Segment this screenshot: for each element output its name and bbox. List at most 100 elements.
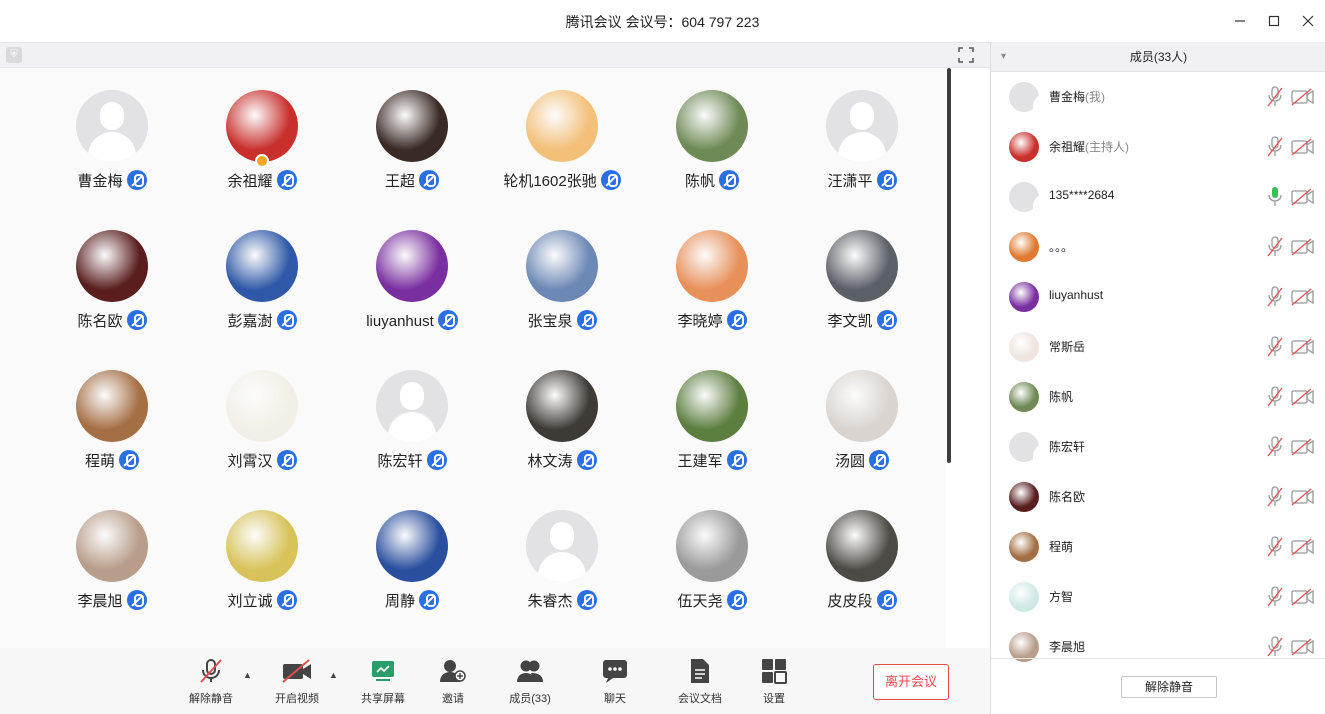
member-avatar <box>1009 282 1039 312</box>
mic-muted-icon[interactable] <box>1267 236 1283 258</box>
member-row[interactable]: 陈名欧 <box>991 472 1325 522</box>
participant-tile[interactable]: 皮皮段 <box>787 488 937 628</box>
mic-muted-icon[interactable] <box>1267 336 1283 358</box>
video-off-icon[interactable] <box>1291 138 1315 156</box>
participant-tile[interactable]: 陈名欧 <box>37 208 187 348</box>
member-row[interactable]: 常斯岳 <box>991 322 1325 372</box>
mic-muted-icon[interactable] <box>1267 486 1283 508</box>
video-off-icon[interactable] <box>1291 188 1315 206</box>
participant-tile[interactable]: 张宝泉 <box>487 208 637 348</box>
participant-name: 汪潇平 <box>827 173 873 190</box>
add-user-icon <box>440 660 466 682</box>
member-name: 135****2684 <box>1049 188 1115 202</box>
participant-tile[interactable]: 陈帆 <box>637 68 787 208</box>
close-icon[interactable] <box>1291 8 1325 34</box>
video-off-icon[interactable] <box>1291 438 1315 456</box>
unmute-button[interactable]: 解除静音 <box>176 658 246 706</box>
participant-avatar <box>376 230 448 302</box>
participant-tile[interactable]: 轮机1602张驰 <box>487 68 637 208</box>
participant-tile[interactable]: 曹金梅 <box>37 68 187 208</box>
participant-tile[interactable]: 彭嘉澍 <box>187 208 337 348</box>
participant-name: 曹金梅 <box>77 173 123 190</box>
video-options-caret[interactable]: ▲ <box>329 670 338 680</box>
unmute-all-button[interactable]: 解除静音 <box>1121 676 1217 698</box>
mic-muted-icon[interactable] <box>1267 536 1283 558</box>
participant-avatar <box>676 230 748 302</box>
start-video-button[interactable]: 开启视频 <box>262 658 332 706</box>
maximize-icon[interactable] <box>1257 8 1291 34</box>
member-row[interactable]: 135****2684 <box>991 172 1325 222</box>
video-off-icon[interactable] <box>1291 488 1315 506</box>
fullscreen-icon[interactable] <box>958 47 974 63</box>
participant-avatar <box>376 370 448 442</box>
invite-button[interactable]: 邀请 <box>418 658 488 706</box>
participant-tile[interactable]: 余祖耀 <box>187 68 337 208</box>
participant-tile[interactable]: 林文涛 <box>487 348 637 488</box>
participant-tile[interactable]: 程萌 <box>37 348 187 488</box>
minimize-icon[interactable] <box>1223 8 1257 34</box>
member-row[interactable]: 。。。 <box>991 222 1325 272</box>
video-off-icon[interactable] <box>1291 388 1315 406</box>
shield-icon[interactable]: ⛨ <box>6 47 22 63</box>
member-name: 陈宏轩 <box>1049 440 1086 454</box>
participant-tile[interactable]: 汤圆 <box>787 348 937 488</box>
participant-tile[interactable]: 朱睿杰 <box>487 488 637 628</box>
share-screen-button[interactable]: 共享屏幕 <box>348 658 418 706</box>
member-avatar <box>1009 182 1039 212</box>
video-off-icon[interactable] <box>1291 588 1315 606</box>
members-button[interactable]: 成员(33) <box>495 658 565 706</box>
mic-muted-icon <box>726 450 747 470</box>
meeting-docs-button[interactable]: 会议文档 <box>665 658 735 706</box>
member-row[interactable]: 程萌 <box>991 522 1325 572</box>
member-name: 余祖耀 <box>1049 140 1086 154</box>
mic-on-icon[interactable] <box>1267 186 1283 208</box>
chat-button[interactable]: 聊天 <box>580 658 650 706</box>
member-row[interactable]: 方智 <box>991 572 1325 622</box>
grid-scrollbar[interactable] <box>947 68 951 463</box>
participant-tile[interactable]: liuyanhust <box>337 208 487 348</box>
member-row[interactable]: 曹金梅(我) <box>991 72 1325 122</box>
mic-muted-icon <box>119 450 139 470</box>
leave-meeting-button[interactable]: 离开会议 <box>873 664 949 700</box>
participant-avatar <box>226 510 298 582</box>
video-off-icon[interactable] <box>1291 638 1315 656</box>
participant-name: 李晨旭 <box>77 593 123 610</box>
member-row[interactable]: liuyanhust <box>991 272 1325 322</box>
participant-tile[interactable]: 李晓婷 <box>637 208 787 348</box>
member-row[interactable]: 余祖耀(主持人) <box>991 122 1325 172</box>
participant-tile[interactable]: 王建军 <box>637 348 787 488</box>
chevron-down-icon[interactable]: ▾ <box>1001 42 1006 72</box>
video-off-icon[interactable] <box>1291 88 1315 106</box>
member-row[interactable]: 李晨旭 <box>991 622 1325 672</box>
mic-muted-icon[interactable] <box>1267 436 1283 458</box>
mic-muted-icon[interactable] <box>1267 636 1283 658</box>
mic-options-caret[interactable]: ▲ <box>243 670 252 680</box>
participant-tile[interactable]: 王超 <box>337 68 487 208</box>
video-off-icon[interactable] <box>1291 288 1315 306</box>
video-off-icon[interactable] <box>1291 538 1315 556</box>
settings-button[interactable]: 设置 <box>739 658 809 706</box>
members-icon <box>517 660 543 682</box>
participant-tile[interactable]: 李晨旭 <box>37 488 187 628</box>
mic-muted-icon[interactable] <box>1267 86 1283 108</box>
participant-tile[interactable]: 陈宏轩 <box>337 348 487 488</box>
participant-tile[interactable]: 李文凯 <box>787 208 937 348</box>
member-name: 陈名欧 <box>1049 490 1086 504</box>
mic-muted-icon[interactable] <box>1267 286 1283 308</box>
participant-tile[interactable]: 刘立诚 <box>187 488 337 628</box>
video-off-icon[interactable] <box>1291 338 1315 356</box>
member-row[interactable]: 陈帆 <box>991 372 1325 422</box>
participant-tile[interactable]: 周静 <box>337 488 487 628</box>
members-panel-header: ▾ 成员(33人) <box>991 42 1325 72</box>
mic-muted-icon[interactable] <box>1267 586 1283 608</box>
participant-tile[interactable]: 伍天尧 <box>637 488 787 628</box>
mic-muted-icon[interactable] <box>1267 386 1283 408</box>
participant-tile[interactable]: 刘霄汉 <box>187 348 337 488</box>
participant-tile[interactable]: 汪潇平 <box>787 68 937 208</box>
member-row[interactable]: 陈宏轩 <box>991 422 1325 472</box>
participant-avatar <box>676 90 748 162</box>
mic-muted-icon[interactable] <box>1267 136 1283 158</box>
member-avatar <box>1009 432 1039 462</box>
video-off-icon[interactable] <box>1291 238 1315 256</box>
mic-muted-icon <box>726 590 747 610</box>
